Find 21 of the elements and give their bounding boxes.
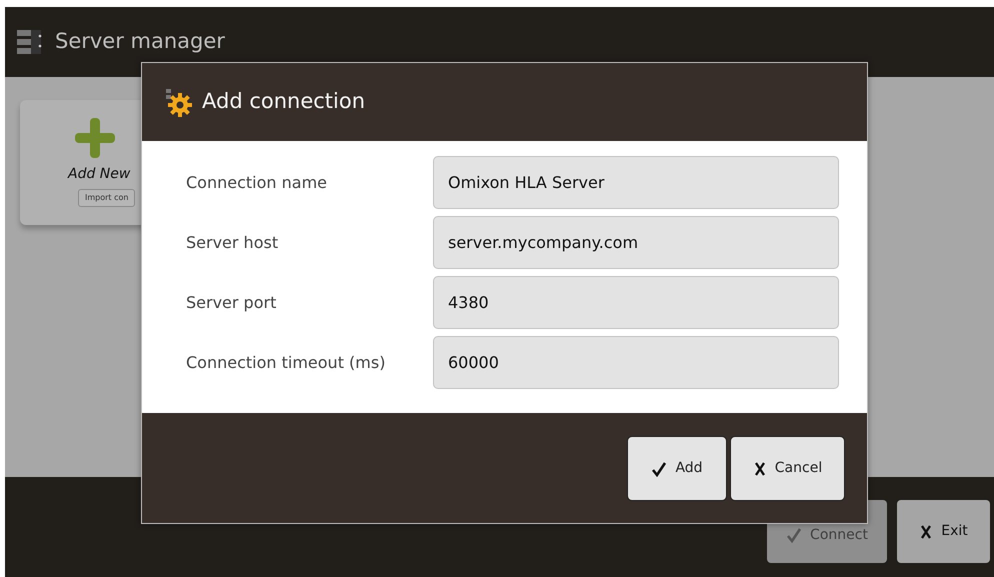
field-label: Connection name bbox=[186, 172, 328, 194]
input-field[interactable]: 4380 bbox=[433, 276, 839, 329]
card-title: Add New bbox=[66, 165, 130, 184]
field-label: Server host bbox=[186, 232, 280, 254]
x-icon bbox=[752, 460, 767, 476]
import-button[interactable]: Import con bbox=[78, 189, 136, 207]
cancel-button[interactable]: Cancel bbox=[730, 436, 845, 501]
add-button[interactable]: Add bbox=[627, 436, 727, 501]
plus-icon bbox=[75, 118, 115, 158]
input-field[interactable]: server.mycompany.com bbox=[433, 216, 839, 269]
field-label: Connection timeout (ms) bbox=[186, 352, 386, 374]
app-title: Server manager bbox=[55, 28, 225, 56]
gear-icon bbox=[164, 87, 194, 117]
x-icon bbox=[919, 524, 934, 540]
exit-button[interactable]: Exit bbox=[897, 500, 990, 563]
check-icon bbox=[651, 460, 668, 476]
dialog-title: Add connection bbox=[202, 88, 366, 116]
input-field[interactable]: 60000 bbox=[433, 336, 839, 389]
input-field[interactable]: Omixon HLA Server bbox=[433, 156, 839, 209]
check-icon bbox=[786, 527, 802, 543]
field-label: Server port bbox=[186, 292, 278, 314]
